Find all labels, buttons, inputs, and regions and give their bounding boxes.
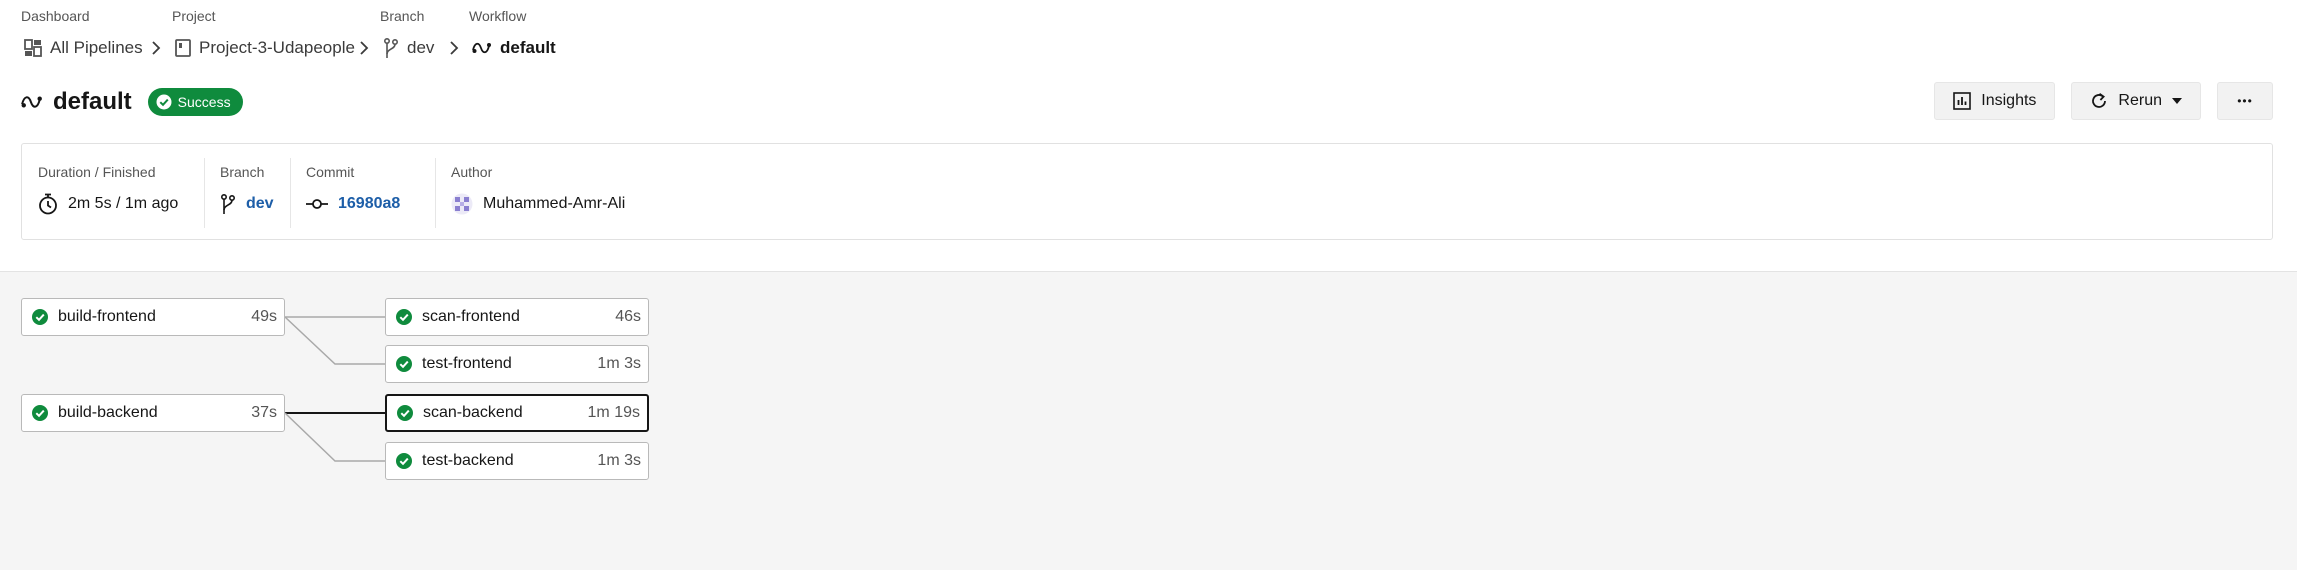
- duration-value: 2m 5s / 1m ago: [38, 192, 178, 216]
- author-label: Author: [451, 164, 493, 180]
- job-duration: 37s: [251, 404, 277, 421]
- stopwatch-icon: [38, 193, 58, 215]
- job-duration: 49s: [251, 308, 277, 325]
- check-circle-icon: [32, 309, 48, 325]
- git-branch-icon: [383, 37, 399, 59]
- breadcrumb-dashboard-label: All Pipelines: [50, 38, 143, 57]
- breadcrumb-workflow[interactable]: default: [472, 34, 556, 62]
- breadcrumb-label-project: Project: [172, 8, 216, 24]
- project-book-icon: [175, 39, 191, 57]
- breadcrumb-dashboard[interactable]: All Pipelines: [24, 34, 143, 62]
- job-name: build-backend: [58, 404, 158, 421]
- breadcrumb-branch-label: dev: [407, 38, 435, 57]
- commit-text: 16980a8: [338, 195, 401, 212]
- workflow-icon: [472, 40, 492, 56]
- job-duration: 46s: [615, 308, 641, 325]
- job-duration: 1m 3s: [597, 355, 641, 372]
- page-title: default: [53, 88, 132, 115]
- git-branch-icon: [220, 193, 236, 215]
- workflow-graph: build-frontend 49s scan-frontend 46s tes…: [0, 271, 2297, 570]
- breadcrumb-project-label: Project-3-Udapeople: [199, 38, 355, 57]
- job-name: scan-frontend: [422, 308, 520, 325]
- check-circle-icon: [397, 405, 413, 421]
- job-dependency-lines: [284, 316, 385, 462]
- job-name: build-frontend: [58, 308, 156, 325]
- check-circle-icon: [396, 309, 412, 325]
- branch-text: dev: [246, 195, 274, 212]
- dependency-line: [284, 412, 385, 462]
- dependency-line: [284, 316, 385, 365]
- git-commit-icon: [306, 198, 328, 210]
- job-node-selected[interactable]: scan-backend 1m 19s: [385, 394, 649, 432]
- status-badge: Success: [147, 88, 243, 116]
- job-name: scan-backend: [423, 404, 523, 421]
- workflow-icon: [21, 93, 43, 111]
- job-node[interactable]: scan-frontend 46s: [385, 298, 649, 336]
- job-node[interactable]: test-frontend 1m 3s: [385, 345, 649, 383]
- bar-chart-icon: [1953, 92, 1972, 110]
- insights-button[interactable]: Insights: [1934, 82, 2056, 120]
- insights-button-label: Insights: [1981, 92, 2037, 109]
- check-circle-icon: [396, 356, 412, 372]
- job-duration: 1m 3s: [597, 452, 641, 469]
- chevron-right-icon: [360, 41, 369, 55]
- refresh-icon: [2090, 92, 2108, 110]
- check-circle-icon: [396, 453, 412, 469]
- check-circle-icon: [32, 405, 48, 421]
- breadcrumb-label-workflow: Workflow: [469, 8, 527, 24]
- job-name: test-backend: [422, 452, 514, 469]
- chevron-right-icon: [152, 41, 161, 55]
- workflow-header-area: Dashboard Project Branch Workflow All Pi…: [0, 0, 2297, 271]
- breadcrumb-label-dashboard: Dashboard: [21, 8, 90, 24]
- job-node[interactable]: build-backend 37s: [21, 394, 285, 432]
- more-options-label: •••: [2237, 94, 2253, 108]
- chevron-right-icon: [450, 41, 459, 55]
- breadcrumb-workflow-label: default: [500, 38, 556, 57]
- status-badge-label: Success: [177, 94, 231, 110]
- commit-label: Commit: [306, 164, 355, 180]
- duration-text: 2m 5s / 1m ago: [68, 195, 179, 212]
- branch-label: Branch: [220, 164, 265, 180]
- caret-down-icon: [2172, 98, 2182, 104]
- rerun-button[interactable]: Rerun: [2071, 82, 2201, 120]
- commit-link[interactable]: 16980a8: [306, 192, 400, 216]
- info-divider: [204, 158, 205, 228]
- info-divider: [435, 158, 436, 228]
- duration-label: Duration / Finished: [38, 164, 156, 180]
- more-options-button[interactable]: •••: [2217, 82, 2273, 120]
- author-text: Muhammed-Amr-Ali: [483, 195, 626, 212]
- breadcrumb-label-branch: Branch: [380, 8, 425, 24]
- info-divider: [290, 158, 291, 228]
- job-node[interactable]: test-backend 1m 3s: [385, 442, 649, 480]
- workflow-info-panel: Duration / Finished 2m 5s / 1m ago Branc…: [21, 143, 2273, 240]
- avatar-icon: [451, 193, 473, 215]
- breadcrumb-branch[interactable]: dev: [383, 34, 434, 62]
- job-name: test-frontend: [422, 355, 512, 372]
- check-circle-icon: [156, 94, 172, 110]
- workflow-title-row: default Success: [21, 86, 243, 118]
- breadcrumb-project[interactable]: Project-3-Udapeople: [175, 34, 355, 62]
- rerun-button-label: Rerun: [2118, 92, 2162, 109]
- author-value: Muhammed-Amr-Ali: [451, 192, 625, 216]
- header-actions: Insights Rerun •••: [1934, 82, 2273, 120]
- job-node[interactable]: build-frontend 49s: [21, 298, 285, 336]
- dashboard-grid-icon: [24, 39, 42, 57]
- job-duration: 1m 19s: [587, 404, 640, 421]
- branch-link[interactable]: dev: [220, 192, 274, 216]
